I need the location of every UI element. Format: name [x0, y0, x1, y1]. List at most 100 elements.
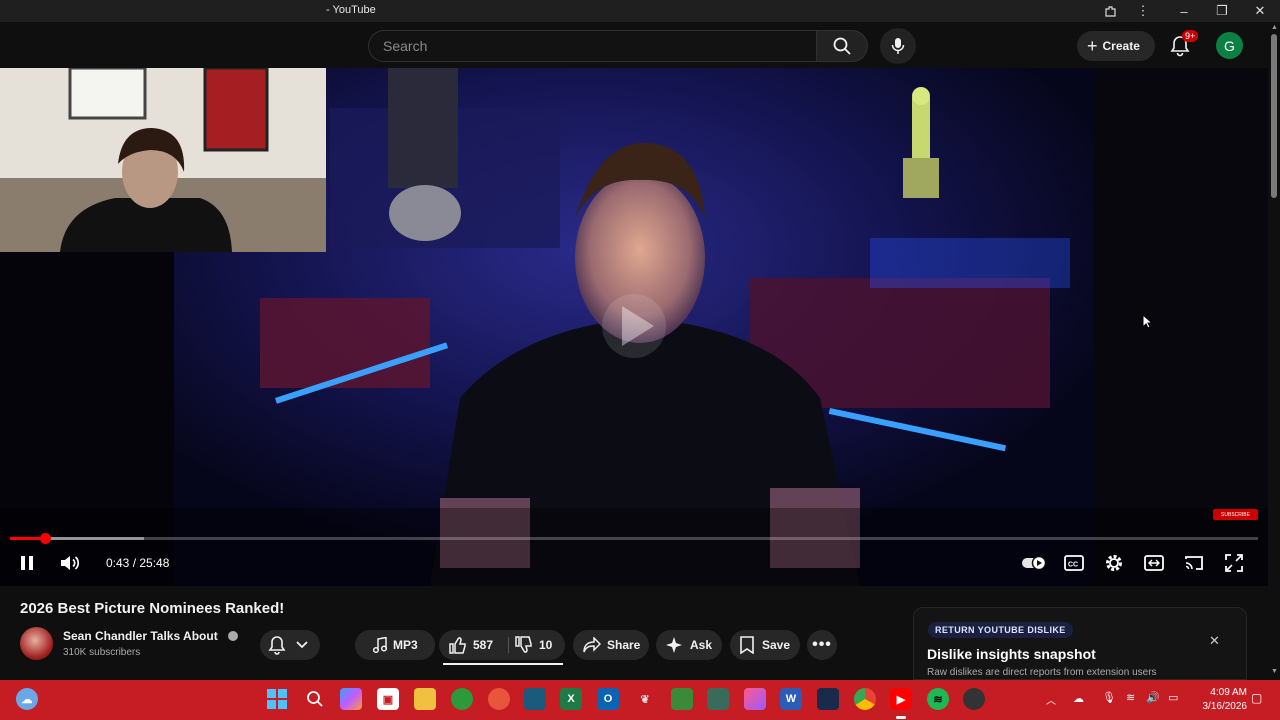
tray-chevron-icon[interactable]: ︿ — [1046, 692, 1056, 707]
youtube-header: + Create 9+ G — [0, 22, 1280, 68]
like-count: 587 — [473, 638, 494, 652]
verified-badge-icon — [228, 631, 238, 641]
minecraft-icon[interactable] — [671, 688, 693, 710]
plus-icon: + — [1087, 36, 1098, 56]
notification-count-badge: 9+ — [1182, 30, 1199, 42]
scroll-down-icon[interactable]: ▼ — [1271, 668, 1278, 675]
clock-time: 4:09 AM — [1210, 687, 1247, 698]
progress-bar[interactable] — [10, 533, 1258, 544]
notification-center-icon[interactable]: ▢ — [1251, 691, 1262, 705]
app-orange-icon[interactable] — [488, 688, 510, 710]
scroll-up-icon[interactable]: ▲ — [1271, 24, 1278, 31]
app-dark-icon[interactable] — [963, 688, 985, 710]
store-icon[interactable]: ▣ — [377, 688, 399, 710]
onedrive-icon[interactable]: ☁ — [1073, 692, 1084, 705]
close-window-button[interactable]: ✕ — [1243, 0, 1277, 22]
autoplay-icon — [1022, 555, 1047, 571]
bell-icon — [268, 636, 286, 655]
volume-icon — [61, 556, 80, 570]
app-teal-icon[interactable] — [524, 688, 546, 710]
channel-name[interactable]: Sean Chandler Talks About — [63, 629, 218, 643]
more-actions-button[interactable]: ••• — [807, 630, 837, 660]
notifications-button[interactable]: 9+ — [1168, 30, 1199, 60]
settings-button[interactable] — [1101, 550, 1127, 576]
progress-scrubber[interactable] — [39, 533, 51, 544]
create-button[interactable]: + Create — [1077, 31, 1155, 61]
autoplay-toggle[interactable] — [1021, 550, 1049, 576]
captions-icon: CC — [1064, 555, 1084, 571]
gear-icon — [1106, 555, 1122, 571]
panel-subtitle: Raw dislikes are direct reports from ext… — [927, 667, 1157, 678]
taskbar-search-icon[interactable] — [304, 688, 326, 710]
file-explorer-icon[interactable] — [414, 688, 436, 710]
search-icon — [833, 37, 851, 55]
search-button[interactable] — [816, 30, 868, 62]
dislike-button[interactable]: 10 — [511, 630, 565, 660]
panel-title: Dislike insights snapshot — [927, 646, 1096, 662]
mouse-cursor — [1142, 314, 1152, 329]
weather-icon[interactable]: ☁ — [16, 688, 38, 710]
minimize-button[interactable]: – — [1167, 0, 1201, 22]
share-label: Share — [607, 638, 641, 652]
scroll-thumb[interactable] — [1271, 34, 1277, 198]
channel-avatar[interactable] — [20, 627, 53, 660]
theater-mode-button[interactable] — [1141, 550, 1167, 576]
taskbar-clock[interactable]: 4:09 AM 3/16/2026 — [1197, 686, 1248, 714]
app-photos-icon[interactable] — [744, 688, 766, 710]
more-horizontal-icon: ••• — [812, 636, 832, 653]
extension-badge: RETURN YOUTUBE DISLIKE — [928, 622, 1073, 638]
tray-mic-icon[interactable]: 🎙 — [1102, 691, 1116, 704]
subscribe-watermark[interactable]: SUBSCRIBE — [1213, 509, 1258, 520]
pause-button[interactable] — [14, 550, 40, 576]
create-label: Create — [1102, 39, 1140, 53]
extensions-icon[interactable] — [1093, 0, 1127, 22]
share-icon — [583, 637, 601, 653]
steam-icon[interactable] — [817, 688, 839, 710]
subscriber-count: 310K subscribers — [63, 647, 141, 658]
window-title-bar: - YouTube ⋮ – ❐ ✕ — [0, 0, 1280, 22]
save-button[interactable]: Save — [730, 630, 800, 660]
start-button[interactable] — [266, 688, 288, 710]
account-avatar[interactable]: G — [1216, 32, 1243, 59]
word-icon[interactable]: W — [780, 688, 802, 710]
divider — [508, 637, 509, 653]
spotify-icon[interactable]: ≋ — [927, 688, 949, 710]
search-input[interactable] — [383, 31, 803, 61]
maximize-button[interactable]: ❐ — [1205, 0, 1239, 22]
subscribed-button[interactable] — [260, 630, 320, 660]
app-green-icon[interactable] — [451, 688, 473, 710]
mp3-button[interactable]: MP3 — [355, 630, 435, 660]
battery-icon[interactable]: ▭ — [1168, 691, 1178, 704]
mp3-label: MP3 — [393, 638, 418, 652]
ask-button[interactable]: Ask — [656, 630, 722, 660]
speaker-icon[interactable]: 🔊 — [1146, 691, 1160, 704]
copilot-icon[interactable] — [340, 688, 362, 710]
microphone-icon — [891, 38, 905, 54]
theater-icon — [1144, 555, 1164, 571]
browser-menu-icon[interactable]: ⋮ — [1126, 0, 1160, 22]
cast-button[interactable] — [1181, 550, 1207, 576]
fullscreen-button[interactable] — [1221, 550, 1247, 576]
video-player[interactable]: SUBSCRIBE — [0, 68, 1268, 586]
voice-search-button[interactable] — [880, 28, 916, 64]
volume-button[interactable] — [57, 550, 83, 576]
windows-taskbar: ☁ ▣ X O ❦ W ▶ ≋ ︿ ☁ 🎙 ≋ 🔊 ▭ ▢ — [0, 680, 1280, 720]
music-note-icon — [373, 637, 387, 653]
outlook-icon[interactable]: O — [597, 688, 619, 710]
youtube-app-icon[interactable]: ▶ — [890, 688, 912, 710]
search-box — [368, 30, 816, 62]
dislike-count: 10 — [539, 638, 553, 652]
wifi-icon[interactable]: ≋ — [1126, 691, 1135, 704]
share-button[interactable]: Share — [573, 630, 649, 660]
chrome-icon[interactable] — [854, 688, 876, 710]
pause-icon — [21, 556, 33, 570]
app-xbox-icon[interactable] — [707, 688, 729, 710]
captions-button[interactable]: CC — [1061, 550, 1087, 576]
page-scrollbar[interactable]: ▲ ▼ — [1268, 22, 1280, 680]
like-button[interactable]: 587 — [439, 630, 507, 660]
close-icon[interactable]: ✕ — [1209, 633, 1220, 649]
thumbs-down-icon — [515, 636, 532, 653]
excel-icon[interactable]: X — [560, 688, 582, 710]
window-title: - YouTube — [326, 4, 376, 16]
app-leaf-icon[interactable]: ❦ — [634, 688, 656, 710]
